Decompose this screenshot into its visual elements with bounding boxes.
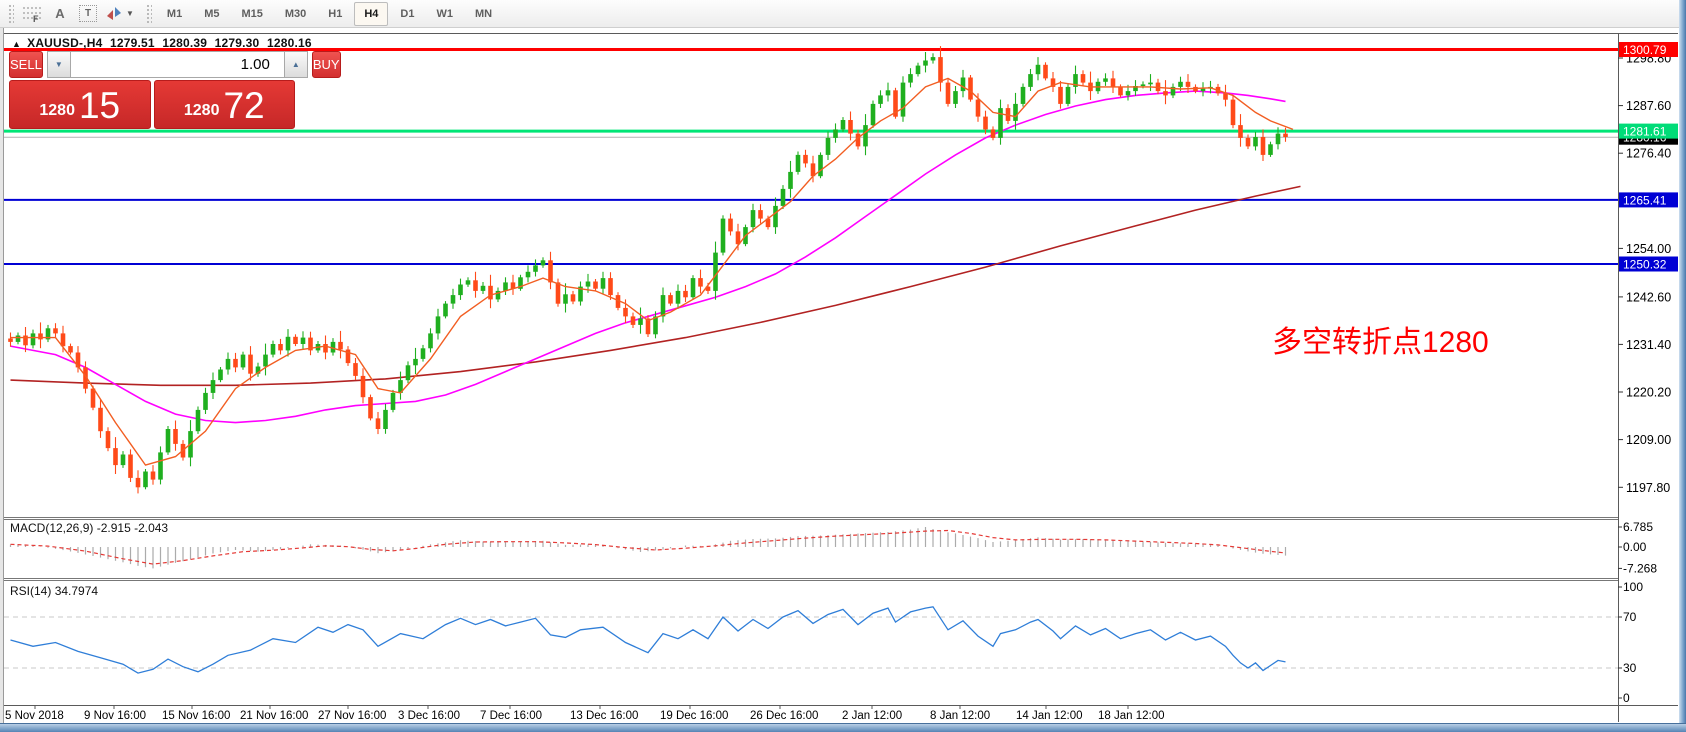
svg-text:1220.20: 1220.20 [1626,386,1671,400]
svg-text:19 Dec 16:00: 19 Dec 16:00 [660,710,728,722]
svg-text:1265.41: 1265.41 [1623,193,1667,207]
svg-text:9 Nov 16:00: 9 Nov 16:00 [84,710,146,722]
sell-price-button[interactable]: 1280 15 [9,80,151,129]
sell-button[interactable]: SELL [9,51,43,78]
svg-text:1231.40: 1231.40 [1626,338,1671,352]
timeframe-button-M30[interactable]: M30 [275,2,316,26]
window-left-border [0,28,4,732]
svg-text:26 Dec 16:00: 26 Dec 16:00 [750,710,818,722]
svg-text:18 Jan 12:00: 18 Jan 12:00 [1098,710,1165,722]
volume-input[interactable] [71,51,284,78]
chart-annotation-text: 多空转折点1280 [1272,327,1489,359]
svg-text:1287.60: 1287.60 [1626,99,1671,113]
timeframe-button-H1[interactable]: H1 [318,2,352,26]
svg-text:14 Jan 12:00: 14 Jan 12:00 [1016,710,1083,722]
chart-ohlc-header: ▲ XAUUSD-,H4 1279.51 1280.39 1279.30 1280… [12,36,316,50]
high-value: 1280.39 [162,36,207,50]
text-tool[interactable]: A [47,2,73,26]
volume-decrease-button[interactable]: ▼ [47,51,71,78]
text-icon: A [55,6,64,21]
svg-text:1276.40: 1276.40 [1626,147,1671,161]
svg-text:1281.61: 1281.61 [1623,125,1667,139]
macd-indicator-label: MACD(12,26,9) -2.915 -2.043 [10,521,168,535]
svg-text:6.785: 6.785 [1623,520,1653,534]
open-value: 1279.51 [110,36,155,50]
toolbar: F AT ▼ M1M5M15M30H1H4D1W1MN [0,0,1686,28]
one-click-trading-panel: SELL ▼ ▲ BUY 1280 15 1280 72 [9,51,295,129]
svg-text:-7.268: -7.268 [1623,561,1657,575]
timeframe-button-MN[interactable]: MN [465,2,502,26]
window-right-border [1679,0,1686,732]
svg-text:2 Jan 12:00: 2 Jan 12:00 [842,710,902,722]
ask-price-small: 1280 [184,102,220,120]
low-value: 1279.30 [215,36,260,50]
svg-text:30: 30 [1623,661,1637,675]
symbol-period-label: XAUUSD-,H4 [27,36,102,50]
svg-text:0: 0 [1623,691,1630,705]
window-bottom-border [0,723,1686,732]
svg-text:15 Nov 16:00: 15 Nov 16:00 [162,710,230,722]
fibonacci-icon: F [22,5,42,23]
fibonacci-tool[interactable]: F [19,2,45,26]
svg-text:3 Dec 16:00: 3 Dec 16:00 [398,710,460,722]
svg-text:1242.60: 1242.60 [1626,290,1671,304]
svg-text:21 Nov 16:00: 21 Nov 16:00 [240,710,308,722]
svg-text:1209.00: 1209.00 [1626,433,1671,447]
svg-text:5 Nov 2018: 5 Nov 2018 [5,710,64,722]
chevron-down-icon: ▼ [126,9,134,18]
svg-text:1254.00: 1254.00 [1626,242,1671,256]
timeframe-toolbar-grip[interactable] [146,4,152,24]
label-icon: T [79,5,97,22]
mt4-window: 1298.801287.601276.401254.001242.601231.… [0,0,1686,732]
bid-price-big: 15 [79,87,120,125]
svg-text:13 Dec 16:00: 13 Dec 16:00 [570,710,638,722]
svg-text:27 Nov 16:00: 27 Nov 16:00 [318,710,386,722]
arrows-icon [104,6,124,22]
timeframe-button-H4[interactable]: H4 [354,2,388,26]
timeframe-button-M1[interactable]: M1 [157,2,192,26]
toolbar-grip[interactable] [8,4,14,24]
arrows-tool[interactable]: ▼ [103,2,135,26]
svg-text:100: 100 [1623,580,1643,594]
svg-text:70: 70 [1623,610,1637,624]
svg-text:1197.80: 1197.80 [1626,481,1670,495]
close-value: 1280.16 [267,36,312,50]
svg-text:7 Dec 16:00: 7 Dec 16:00 [480,710,542,722]
ask-price-big: 72 [223,87,264,125]
timeframe-button-M5[interactable]: M5 [194,2,229,26]
buy-button[interactable]: BUY [312,51,341,78]
rsi-indicator-label: RSI(14) 34.7974 [10,584,98,598]
svg-text:8 Jan 12:00: 8 Jan 12:00 [930,710,990,722]
buy-price-button[interactable]: 1280 72 [154,80,296,129]
timeframe-button-M15[interactable]: M15 [231,2,272,26]
trade-panel-collapse-icon[interactable]: ▲ [12,39,21,49]
svg-text:1300.79: 1300.79 [1623,43,1667,57]
volume-increase-button[interactable]: ▲ [284,51,308,78]
bid-price-small: 1280 [39,102,75,120]
svg-text:F: F [33,14,39,23]
svg-text:0.00: 0.00 [1623,540,1647,554]
timeframe-button-W1[interactable]: W1 [426,2,463,26]
label-tool[interactable]: T [75,2,101,26]
timeframe-button-D1[interactable]: D1 [390,2,424,26]
svg-text:1250.32: 1250.32 [1623,258,1667,272]
